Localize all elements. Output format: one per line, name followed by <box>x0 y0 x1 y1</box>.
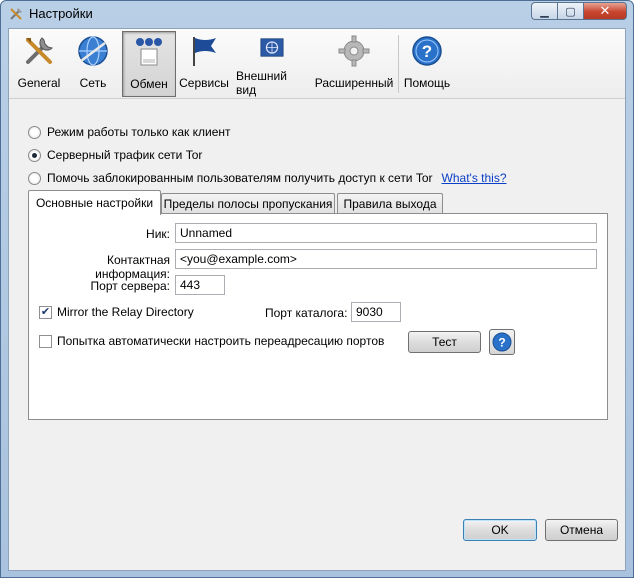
mode-relay-label: Серверный трафик сети Tor <box>47 148 203 162</box>
sharing-icon <box>136 38 162 66</box>
toolbar-appearance[interactable]: Внешний вид <box>236 31 308 97</box>
settings-window: Настройки ▁ ▢ ✕ General Сеть Обмен Серви… <box>0 0 634 578</box>
tab-label: Пределы полосы пропускания <box>163 196 333 211</box>
minimize-icon: ▁ <box>540 5 549 18</box>
radio-relay[interactable] <box>28 148 41 162</box>
cancel-button-label: Отмена <box>559 523 604 537</box>
nick-input[interactable] <box>175 223 597 243</box>
mirror-directory-label: Mirror the Relay Directory <box>57 305 194 319</box>
mode-bridge[interactable]: Помочь заблокированным пользователям пол… <box>28 171 507 185</box>
upnp-help-button[interactable]: ? <box>489 329 515 355</box>
tools-app-icon <box>10 8 22 20</box>
radio-client-only[interactable] <box>28 125 41 139</box>
window-title: Настройки <box>29 6 93 21</box>
toolbar-services[interactable]: Сервисы <box>179 31 229 97</box>
upnp-checkbox[interactable] <box>39 335 52 348</box>
close-icon: ✕ <box>599 3 611 18</box>
cancel-button[interactable]: Отмена <box>545 519 618 541</box>
network-globe-icon <box>78 36 108 66</box>
tab-exit-policy[interactable]: Правила выхода <box>337 193 443 213</box>
radio-bridge[interactable] <box>28 171 41 185</box>
client-area: General Сеть Обмен Сервисы Внешний вид Р… <box>8 28 626 571</box>
toolbar-general[interactable]: General <box>13 31 65 97</box>
contact-input[interactable] <box>175 249 597 269</box>
title-bar[interactable]: Настройки ▁ ▢ ✕ <box>1 1 633 27</box>
server-port-input[interactable] <box>175 275 225 295</box>
appearance-flag-icon <box>260 38 284 57</box>
toolbar-label: Сервисы <box>179 76 229 90</box>
toolbar-advanced[interactable]: Расширенный <box>315 31 393 97</box>
toolbar-sharing[interactable]: Обмен <box>122 31 176 97</box>
mode-client-only-label: Режим работы только как клиент <box>47 125 231 139</box>
toolbar-label: Помощь <box>403 76 451 90</box>
tools-icon <box>26 37 53 64</box>
maximize-icon: ▢ <box>565 5 576 18</box>
minimize-button[interactable]: ▁ <box>531 2 557 20</box>
toolbar-label: Внешний вид <box>236 69 287 97</box>
dir-port-label: Порт каталога: <box>265 306 348 320</box>
checkmark-icon: ✔ <box>40 306 51 318</box>
nick-label: Ник: <box>146 227 170 241</box>
svg-text:?: ? <box>422 42 432 61</box>
help-icon: ? <box>492 332 512 352</box>
settings-toolbar: General Сеть Обмен Сервисы Внешний вид Р… <box>9 29 625 99</box>
toolbar-network[interactable]: Сеть <box>69 31 117 97</box>
tab-label: Основные настройки <box>35 196 154 210</box>
window-controls: ▁ ▢ ✕ <box>531 2 627 20</box>
test-button-label: Тест <box>432 335 457 349</box>
mode-relay[interactable]: Серверный трафик сети Tor <box>28 148 202 162</box>
toolbar-help[interactable]: ? Помощь <box>403 31 451 97</box>
toolbar-label: Расширенный <box>314 76 394 90</box>
ok-button[interactable]: OK <box>463 519 537 541</box>
ok-button-label: OK <box>491 523 509 537</box>
basic-settings-panel: Ник: Контактная информация: Порт сервера… <box>28 213 608 420</box>
toolbar-label: Обмен <box>130 77 168 91</box>
server-port-label: Порт сервера: <box>90 279 170 293</box>
test-button[interactable]: Тест <box>408 331 481 353</box>
mode-bridge-label: Помочь заблокированным пользователям пол… <box>47 171 433 185</box>
help-glyph: ? <box>498 336 505 350</box>
toolbar-separator <box>398 35 399 93</box>
tab-label: Правила выхода <box>343 196 437 211</box>
whats-this-link[interactable]: What's this? <box>442 171 507 185</box>
contact-label: Контактная информация: <box>95 253 170 281</box>
close-button[interactable]: ✕ <box>583 2 627 20</box>
advanced-gear-icon <box>338 35 370 67</box>
dir-port-input[interactable] <box>351 302 401 322</box>
flag-icon <box>193 37 216 66</box>
mode-client-only[interactable]: Режим работы только как клиент <box>28 125 231 139</box>
help-icon: ? <box>412 36 442 66</box>
mirror-directory-checkbox[interactable]: ✔ <box>39 306 52 319</box>
maximize-button[interactable]: ▢ <box>557 2 583 20</box>
toolbar-label: Сеть <box>79 76 107 90</box>
toolbar-label: General <box>17 76 61 90</box>
tab-bandwidth[interactable]: Пределы полосы пропускания <box>161 193 335 213</box>
upnp-label: Попытка автоматически настроить переадре… <box>57 334 385 348</box>
tab-basic-settings[interactable]: Основные настройки <box>28 190 161 215</box>
